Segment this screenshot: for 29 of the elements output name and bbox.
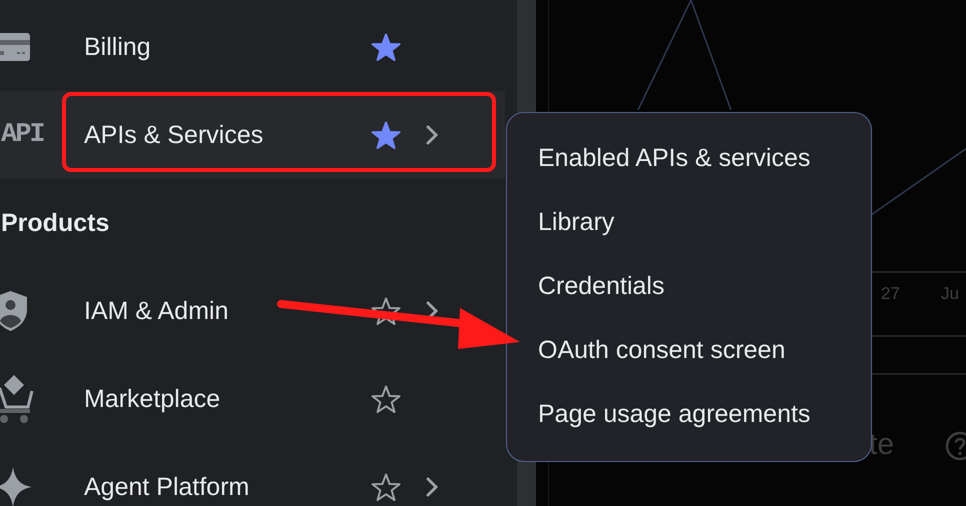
cart-icon: [0, 375, 34, 423]
filled-star-icon[interactable]: [371, 32, 401, 62]
menu-item[interactable]: Library: [538, 190, 871, 254]
star-outline-icon[interactable]: [371, 384, 401, 414]
menu-item[interactable]: Page usage agreements: [538, 382, 871, 446]
star-outline-icon[interactable]: [371, 296, 401, 326]
sidebar-item[interactable]: Agent Platform: [0, 443, 517, 506]
axis-tick-label: Ju: [941, 284, 959, 304]
star-outline-icon[interactable]: [371, 472, 401, 502]
item-label: IAM & Admin: [84, 296, 230, 326]
menu-item[interactable]: Enabled APIs & services: [538, 126, 871, 190]
api-icon: API: [1, 120, 44, 150]
credit-card-icon: [0, 33, 30, 61]
filled-star-icon[interactable]: [371, 120, 401, 150]
item-label: Billing: [84, 32, 152, 62]
axis-tick-label: 27: [881, 284, 900, 304]
sidebar-item[interactable]: Marketplace: [0, 355, 517, 443]
item-label: Marketplace: [84, 384, 222, 414]
sidebar-item[interactable]: Billing: [0, 3, 517, 91]
menu-item[interactable]: Credentials: [538, 254, 871, 318]
item-label: Agent Platform: [84, 472, 250, 502]
card-title: te: [869, 428, 894, 462]
section-header: Products: [1, 208, 110, 238]
sidebar-item[interactable]: API APIs & Services: [0, 91, 505, 179]
shield-person-icon: [0, 291, 27, 331]
item-label: APIs & Services: [84, 120, 264, 150]
sidebar-item[interactable]: IAM & Admin: [0, 267, 517, 355]
menu-item[interactable]: OAuth consent screen: [538, 318, 871, 382]
sparkle-icon: [0, 467, 32, 506]
